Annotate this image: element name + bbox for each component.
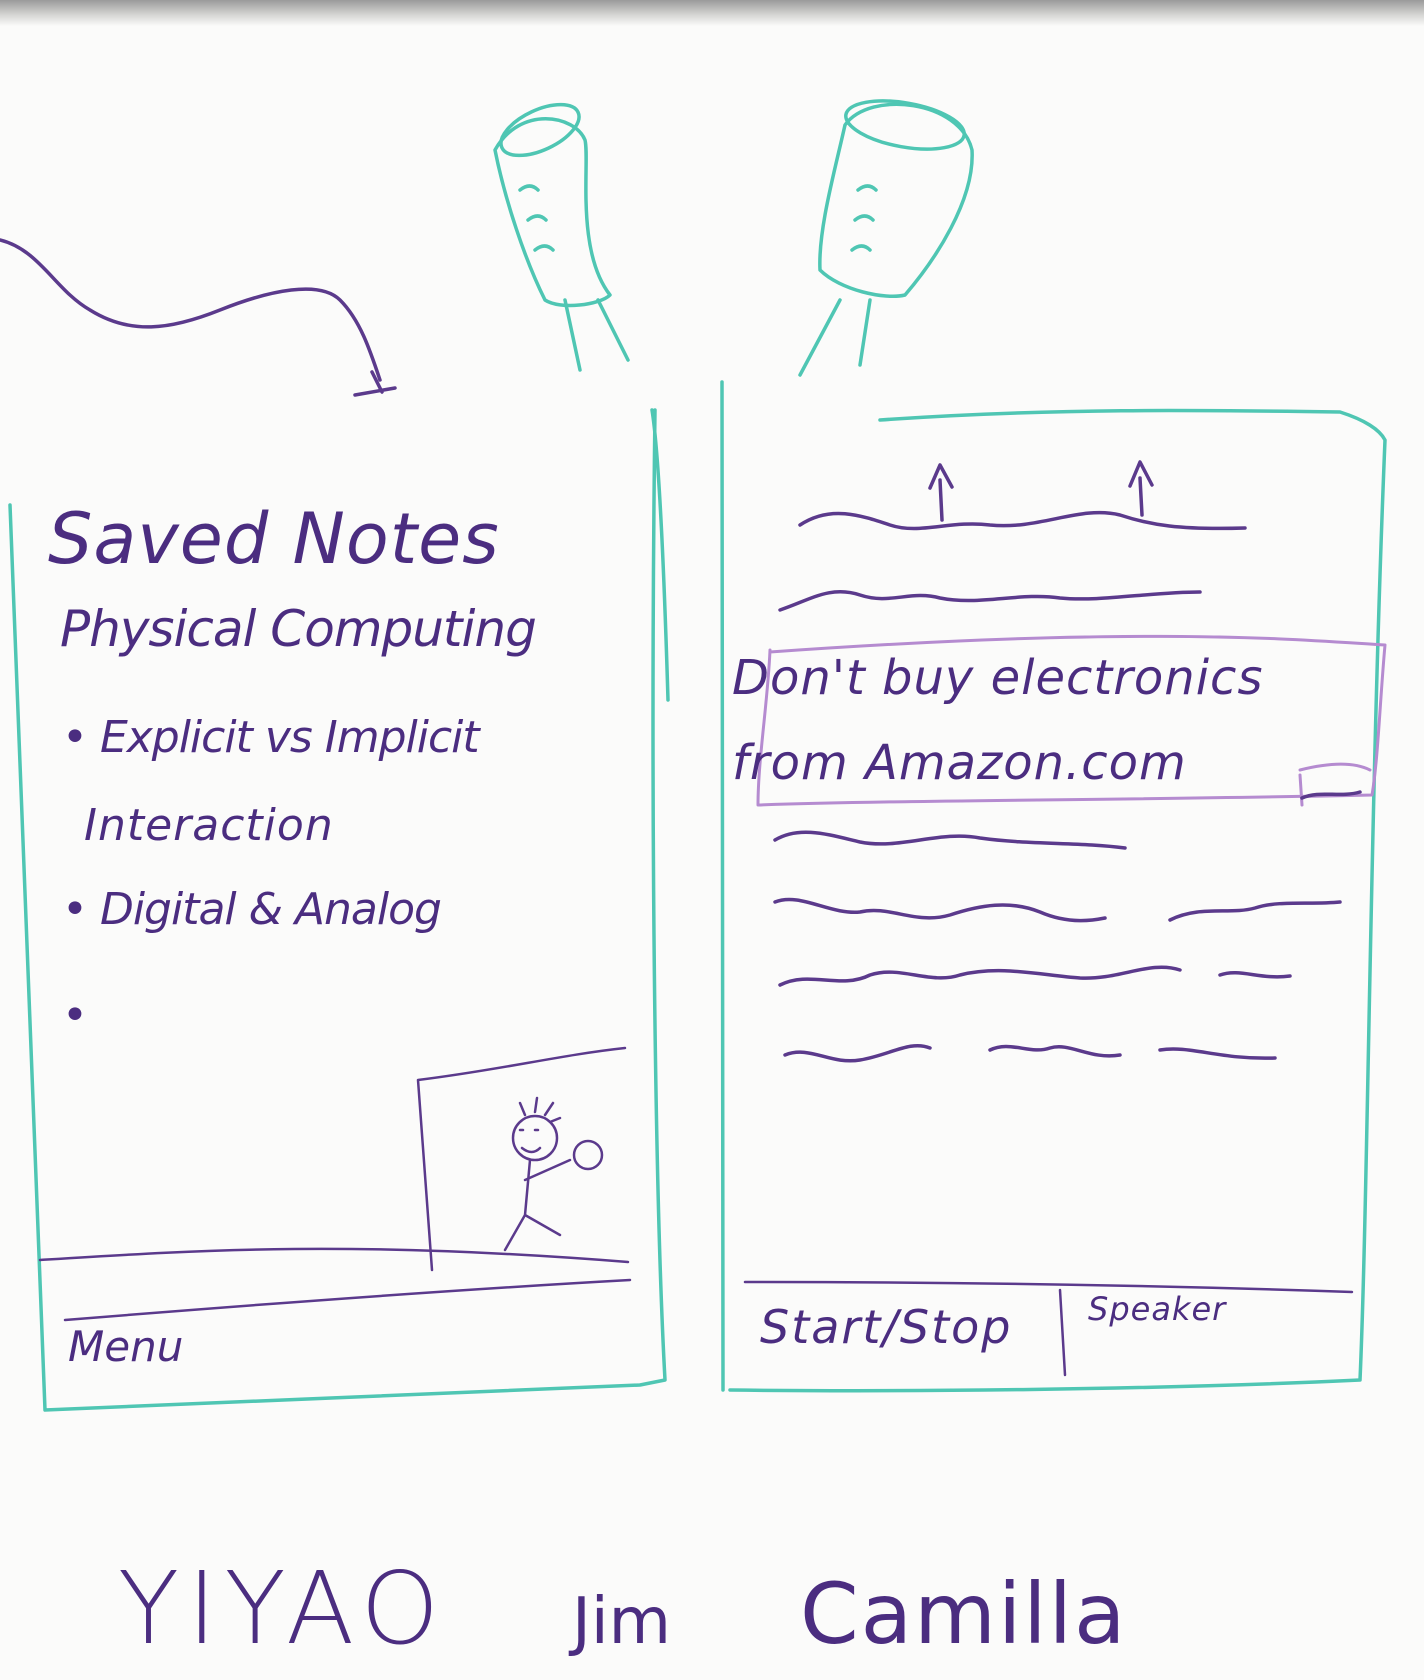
microphone-icon-right [798,99,974,377]
stick-figure-icon [503,1096,604,1252]
microphone-icon-left [493,102,630,372]
author-name: Jim [572,1585,671,1659]
note-bullet: • Digital & Analog [62,884,442,935]
author-name: Camilla [800,1565,1128,1663]
note-subtitle: Physical Computing [60,600,537,658]
speaker-button[interactable]: Speaker [1088,1290,1226,1328]
highlighted-transcript-line: Don't buy electronics [732,650,1264,706]
left-footer-divider [38,1247,632,1322]
note-bullet-continuation: Interaction [84,800,334,851]
menu-button[interactable]: Menu [68,1322,183,1371]
arrow-curve [0,238,382,382]
highlighted-transcript-line: from Amazon.com [732,735,1187,791]
note-bullet: • Explicit vs Implicit [62,712,480,763]
start-stop-button[interactable]: Start/Stop [760,1300,1012,1354]
saved-notes-title: Saved Notes [48,498,500,580]
right-phone-frame [720,380,1387,1393]
image-placeholder [416,1046,627,1272]
author-name: YIYAO [118,1550,448,1667]
arrow-head [353,370,397,397]
note-bullet-empty: • [62,990,88,1041]
